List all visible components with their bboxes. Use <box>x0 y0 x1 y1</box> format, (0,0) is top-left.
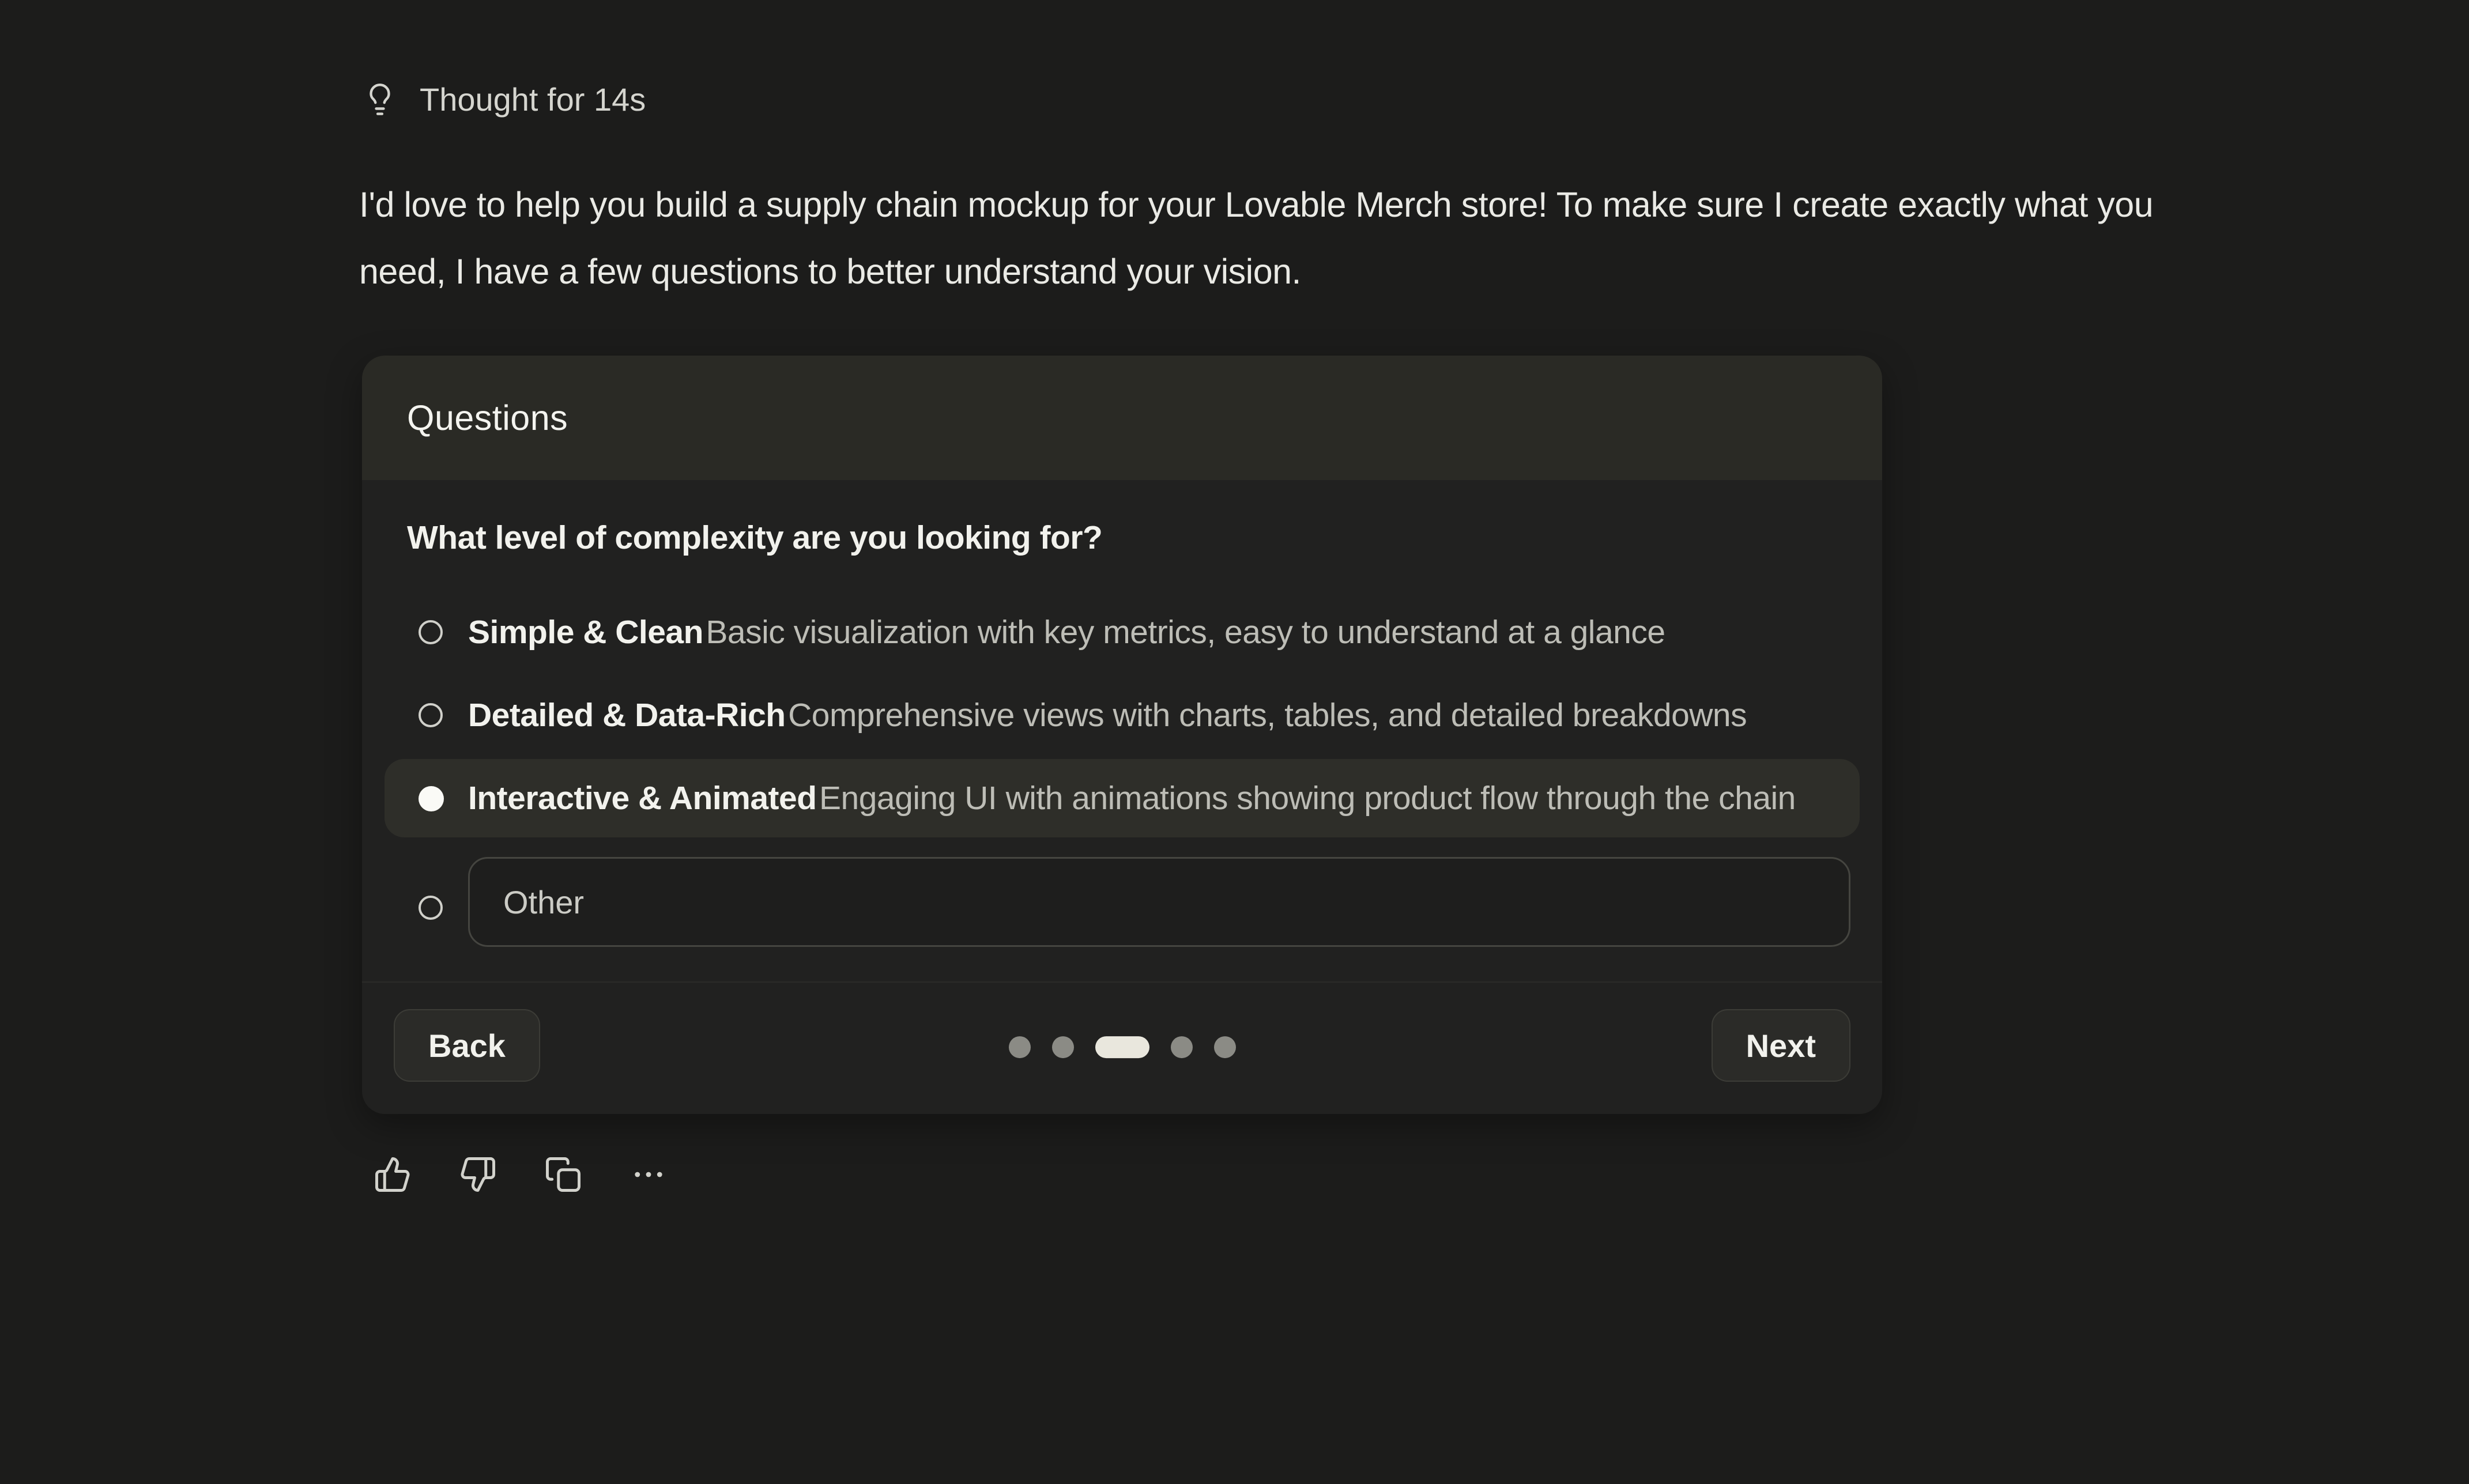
options-list: Simple & Clean Basic visualization with … <box>407 593 1837 947</box>
radio-icon[interactable] <box>419 896 443 920</box>
lightbulb-icon <box>362 82 398 118</box>
radio-selected-icon[interactable] <box>419 786 444 811</box>
radio-icon[interactable] <box>419 620 443 644</box>
card-title: Questions <box>407 398 568 438</box>
thumbs-down-button[interactable] <box>459 1156 497 1194</box>
questions-card-header: Questions <box>362 356 1882 480</box>
radio-option-other[interactable] <box>385 857 1860 947</box>
pagination-dot[interactable] <box>1009 1036 1031 1058</box>
option-label: Simple & Clean <box>468 614 703 651</box>
option-label: Detailed & Data-Rich <box>468 697 786 734</box>
questions-card-footer: Back Next <box>362 981 1882 1114</box>
copy-icon <box>544 1156 582 1194</box>
radio-option-detailed-data-rich[interactable]: Detailed & Data-Rich Comprehensive views… <box>385 676 1860 754</box>
thought-summary[interactable]: Thought for 14s <box>362 81 2469 118</box>
thumbs-up-icon <box>374 1156 412 1194</box>
option-description: Basic visualization with key metrics, ea… <box>706 614 1665 651</box>
option-description: Comprehensive views with charts, tables,… <box>788 697 1747 734</box>
thumbs-down-icon <box>459 1156 497 1194</box>
next-button[interactable]: Next <box>1712 1009 1850 1082</box>
radio-option-simple-clean[interactable]: Simple & Clean Basic visualization with … <box>385 593 1860 671</box>
pagination-dot-active[interactable] <box>1095 1036 1149 1058</box>
option-label: Interactive & Animated <box>468 780 817 817</box>
questions-card-body: What level of complexity are you looking… <box>362 480 1882 947</box>
chat-message-block: Thought for 14s I'd love to help you bui… <box>0 0 2469 1194</box>
option-description: Engaging UI with animations showing prod… <box>819 780 1796 817</box>
pagination-dot[interactable] <box>1052 1036 1074 1058</box>
copy-button[interactable] <box>544 1156 582 1194</box>
radio-option-interactive-animated[interactable]: Interactive & Animated Engaging UI with … <box>385 759 1860 837</box>
ellipsis-icon <box>629 1156 668 1194</box>
message-actions <box>374 1156 2469 1194</box>
question-text: What level of complexity are you looking… <box>407 516 1837 560</box>
pagination-dots <box>1009 1036 1236 1058</box>
back-button[interactable]: Back <box>394 1009 540 1082</box>
radio-icon[interactable] <box>419 703 443 727</box>
pagination-dot[interactable] <box>1171 1036 1193 1058</box>
thumbs-up-button[interactable] <box>374 1156 412 1194</box>
pagination-dot[interactable] <box>1214 1036 1236 1058</box>
thought-label: Thought for 14s <box>420 81 646 118</box>
other-option-input[interactable] <box>468 857 1850 947</box>
questions-card: Questions What level of complexity are y… <box>362 356 1882 1114</box>
assistant-message-text: I'd love to help you build a supply chai… <box>359 171 2238 305</box>
more-options-button[interactable] <box>629 1156 668 1194</box>
